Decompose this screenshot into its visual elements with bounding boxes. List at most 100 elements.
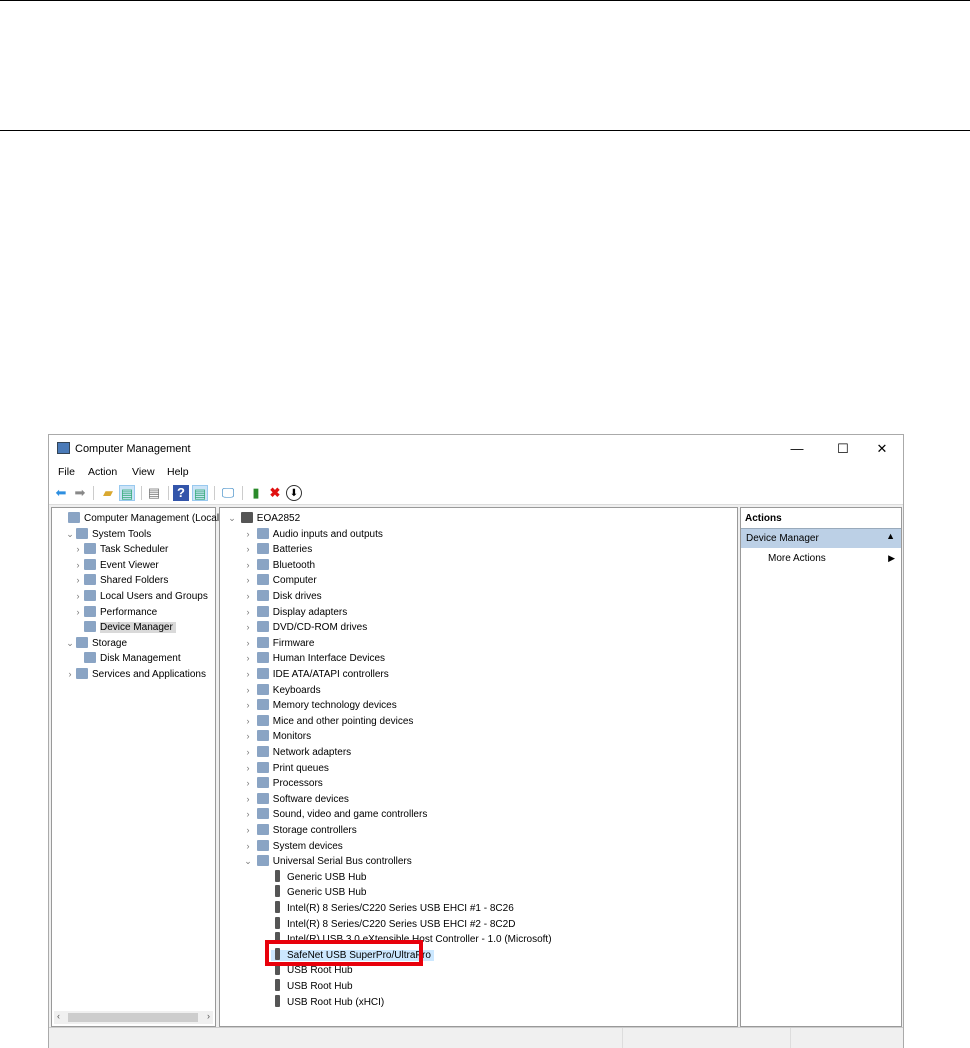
chevron-down-icon[interactable]: ⌄	[64, 527, 76, 542]
device-category[interactable]: › Memory technology devices	[242, 698, 397, 713]
chevron-right-icon[interactable]: ›	[72, 558, 84, 573]
device-category[interactable]: › Bluetooth	[242, 558, 315, 573]
scroll-left-icon[interactable]: ‹	[57, 1011, 60, 1021]
chevron-right-icon[interactable]: ›	[242, 589, 254, 604]
actions-section-device-manager[interactable]: Device Manager ▲	[741, 528, 901, 548]
chevron-right-icon[interactable]: ›	[242, 605, 254, 620]
device-category[interactable]: › System devices	[242, 839, 343, 854]
chevron-right-icon[interactable]: ›	[242, 573, 254, 588]
chevron-right-icon[interactable]: ›	[72, 589, 84, 604]
usb-device[interactable]: USB Root Hub	[271, 979, 353, 994]
horizontal-scrollbar[interactable]: ‹ ›	[54, 1011, 213, 1024]
more-actions-item[interactable]: More Actions ▶	[741, 551, 901, 567]
usb-device[interactable]: Intel(R) 8 Series/C220 Series USB EHCI #…	[271, 901, 514, 916]
scan-hardware-icon[interactable]: 🖵	[220, 485, 236, 501]
device-category[interactable]: › Disk drives	[242, 589, 322, 604]
device-category[interactable]: › Human Interface Devices	[242, 651, 385, 666]
chevron-right-icon[interactable]: ›	[242, 823, 254, 838]
device-category[interactable]: › Computer	[242, 573, 317, 588]
tree-item[interactable]: Device Manager	[72, 620, 176, 635]
device-category[interactable]: › Monitors	[242, 729, 311, 744]
device-category[interactable]: › Processors	[242, 776, 323, 791]
chevron-right-icon[interactable]: ›	[72, 605, 84, 620]
tree-item[interactable]: ⌄ Storage	[64, 636, 127, 651]
tree-item[interactable]: ⌄ System Tools	[64, 527, 151, 542]
menu-help[interactable]: Help	[167, 466, 189, 478]
chevron-right-icon[interactable]: ›	[72, 573, 84, 588]
menu-file[interactable]: File	[58, 466, 75, 478]
chevron-right-icon[interactable]: ›	[242, 745, 254, 760]
help-icon[interactable]: ?	[173, 485, 189, 501]
collapse-up-icon[interactable]: ▲	[886, 531, 895, 541]
tree-item[interactable]: › Performance	[72, 605, 157, 620]
chevron-right-icon[interactable]: ›	[242, 620, 254, 635]
device-category[interactable]: › Print queues	[242, 761, 329, 776]
more-actions-label: More Actions	[768, 553, 826, 564]
uninstall-icon[interactable]: ✖	[267, 485, 283, 501]
tree-item[interactable]: › Task Scheduler	[72, 542, 168, 557]
forward-icon[interactable]: ➡	[72, 485, 88, 501]
maximize-button[interactable]: ☐	[828, 439, 858, 459]
scroll-right-icon[interactable]: ›	[207, 1011, 210, 1021]
device-category[interactable]: ⌄ Universal Serial Bus controllers	[242, 854, 412, 869]
up-folder-icon[interactable]: ▰	[100, 485, 116, 501]
device-category[interactable]: › Batteries	[242, 542, 312, 557]
chevron-right-icon[interactable]: ›	[242, 776, 254, 791]
chevron-right-icon[interactable]: ›	[242, 667, 254, 682]
show-hide-tree-icon[interactable]: ▤	[119, 485, 135, 501]
chevron-right-icon[interactable]: ›	[242, 683, 254, 698]
chevron-right-icon[interactable]: ›	[242, 698, 254, 713]
scrollbar-thumb[interactable]	[68, 1013, 198, 1022]
device-category[interactable]: › Display adapters	[242, 605, 347, 620]
chevron-right-icon[interactable]: ›	[72, 542, 84, 557]
chevron-down-icon[interactable]: ⌄	[226, 511, 238, 526]
tree-item[interactable]: › Shared Folders	[72, 573, 168, 588]
chevron-right-icon[interactable]: ›	[242, 636, 254, 651]
device-category[interactable]: › Audio inputs and outputs	[242, 527, 383, 542]
device-category[interactable]: › IDE ATA/ATAPI controllers	[242, 667, 389, 682]
close-button[interactable]: ✕	[867, 439, 897, 459]
chevron-right-icon[interactable]: ›	[242, 839, 254, 854]
device-category[interactable]: › Software devices	[242, 792, 349, 807]
chevron-right-icon[interactable]: ›	[64, 667, 76, 682]
chevron-right-icon[interactable]: ›	[242, 729, 254, 744]
usb-device[interactable]: Generic USB Hub	[271, 869, 366, 885]
tree-item[interactable]: › Event Viewer	[72, 558, 159, 573]
disable-device-icon[interactable]: ⬇	[286, 485, 302, 501]
chevron-right-icon[interactable]: ›	[242, 807, 254, 822]
device-category[interactable]: › Mice and other pointing devices	[242, 714, 413, 729]
tree-item[interactable]: Computer Management (Local	[56, 511, 219, 526]
chevron-right-icon[interactable]: ›	[242, 651, 254, 666]
chevron-right-icon[interactable]: ›	[242, 714, 254, 729]
actions-header: Actions	[745, 513, 782, 524]
device-category[interactable]: › Storage controllers	[242, 823, 357, 838]
device-root[interactable]: ⌄ EOA2852	[226, 511, 300, 526]
chevron-right-icon[interactable]: ›	[242, 542, 254, 557]
device-category[interactable]: › Firmware	[242, 636, 314, 651]
usb-device[interactable]: Generic USB Hub	[271, 885, 366, 900]
device-category[interactable]: › DVD/CD-ROM drives	[242, 620, 367, 635]
back-icon[interactable]: ⬅	[53, 485, 69, 501]
properties-icon[interactable]: ▤	[146, 485, 162, 501]
separator	[141, 486, 142, 500]
usb-device[interactable]: Intel(R) 8 Series/C220 Series USB EHCI #…	[271, 916, 515, 932]
minimize-button[interactable]: —	[782, 439, 812, 459]
node-icon	[84, 574, 96, 586]
chevron-down-icon[interactable]: ⌄	[64, 636, 76, 651]
chevron-right-icon[interactable]: ›	[242, 792, 254, 807]
usb-device[interactable]: USB Root Hub (xHCI)	[271, 994, 384, 1010]
device-category[interactable]: › Sound, video and game controllers	[242, 807, 427, 822]
tree-item[interactable]: › Local Users and Groups	[72, 589, 208, 604]
menu-view[interactable]: View	[132, 466, 155, 478]
chevron-right-icon[interactable]: ›	[242, 761, 254, 776]
device-category[interactable]: › Keyboards	[242, 683, 321, 698]
update-driver-icon[interactable]: ▮	[248, 485, 264, 501]
chevron-down-icon[interactable]: ⌄	[242, 854, 254, 869]
chevron-right-icon[interactable]: ›	[242, 558, 254, 573]
tree-item[interactable]: Disk Management	[72, 651, 181, 666]
tree-item[interactable]: › Services and Applications	[64, 667, 206, 682]
device-category[interactable]: › Network adapters	[242, 745, 351, 760]
show-action-pane-icon[interactable]: ▤	[192, 485, 208, 501]
menu-action[interactable]: Action	[88, 466, 117, 478]
chevron-right-icon[interactable]: ›	[242, 527, 254, 542]
